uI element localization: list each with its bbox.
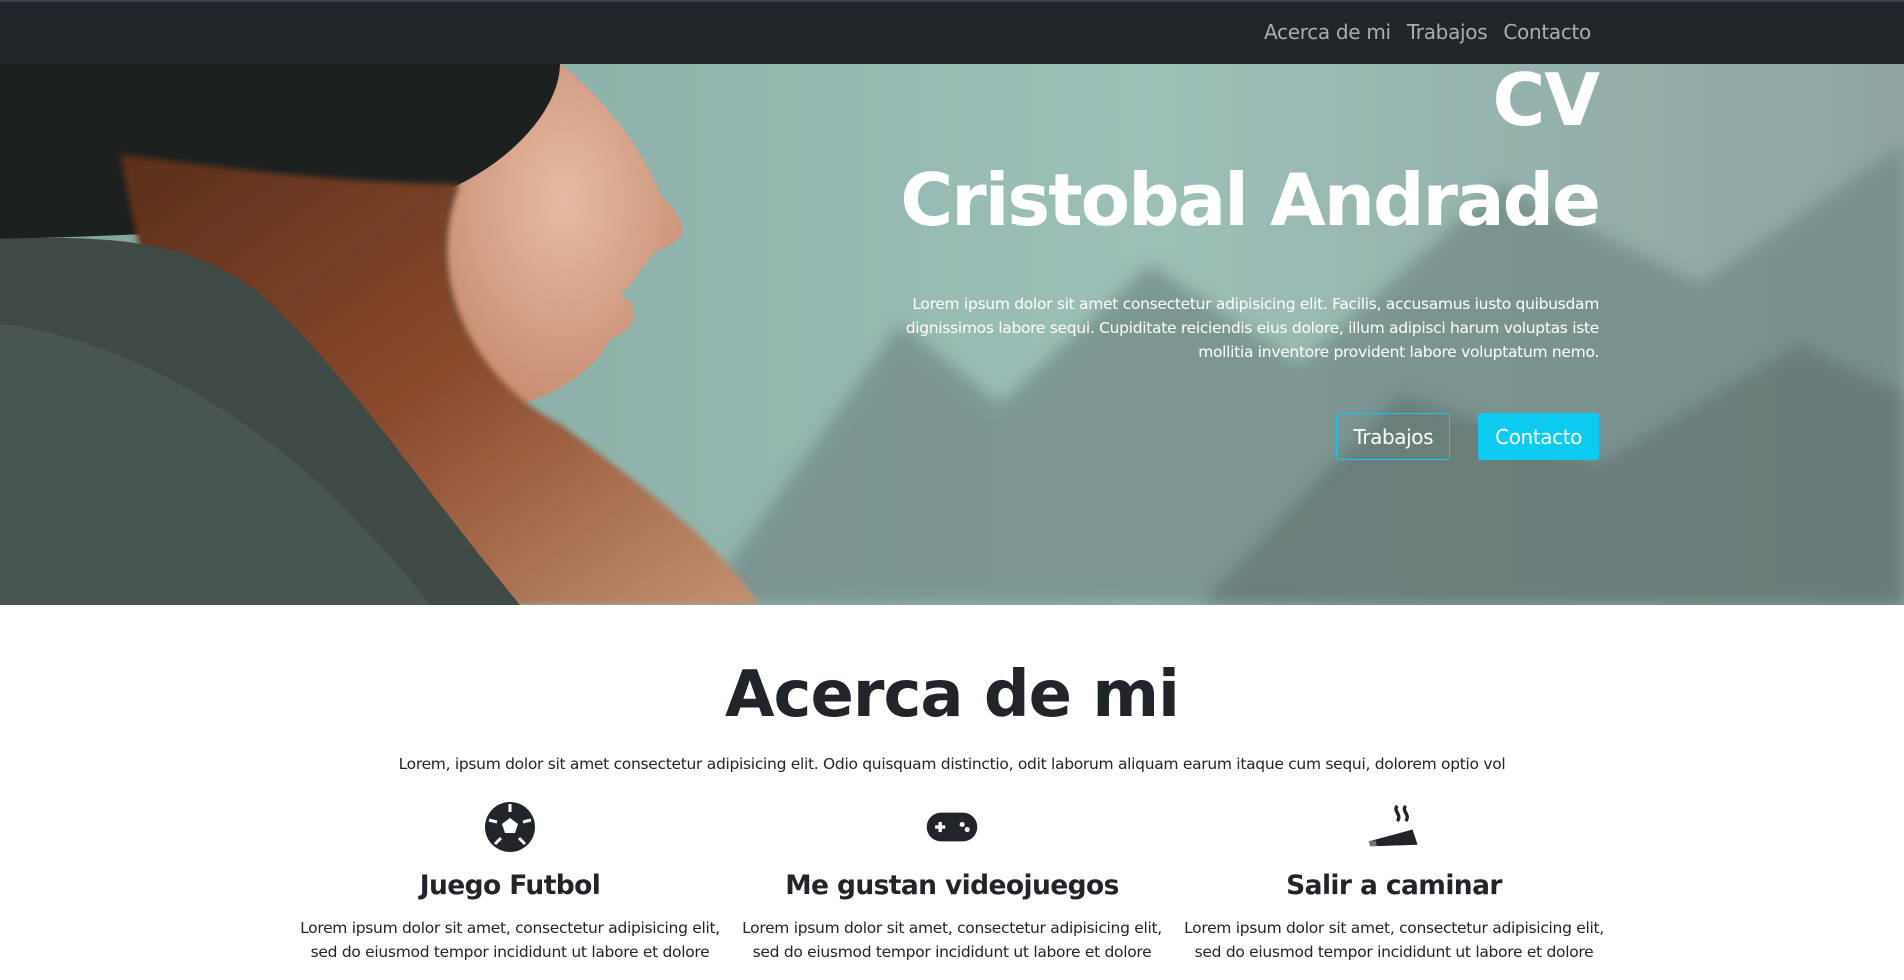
interest-card: Juego Futbol Lorem ipsum dolor sit amet,… xyxy=(300,800,720,964)
smoking-icon xyxy=(1368,804,1418,847)
interest-text: Lorem ipsum dolor sit amet, consectetur … xyxy=(742,919,1162,961)
interest-text: Lorem ipsum dolor sit amet, consectetur … xyxy=(300,919,720,961)
interest-text: Lorem ipsum dolor sit amet, consectetur … xyxy=(1184,919,1604,961)
soccer-ball-icon xyxy=(485,802,535,852)
gamepad-icon xyxy=(926,812,978,842)
about-intro: Lorem, ipsum dolor sit amet consectetur … xyxy=(398,755,1506,773)
interest-card: Me gustan videojuegos Lorem ipsum dolor … xyxy=(742,800,1162,964)
hero-description: Lorem ipsum dolor sit amet consectetur a… xyxy=(905,295,1600,361)
nav-link-works[interactable]: Trabajos xyxy=(1407,20,1488,44)
contact-button[interactable]: Contacto xyxy=(1478,413,1599,460)
hero-section: CV Cristobal Andrade Lorem ipsum dolor s… xyxy=(0,64,1904,605)
interest-card: Salir a caminar Lorem ipsum dolor sit am… xyxy=(1184,800,1604,964)
navbar: Acerca de mi Trabajos Contacto xyxy=(0,2,1904,64)
hero-name-title: Cristobal Andrade xyxy=(900,158,1601,242)
interests-row: Juego Futbol Lorem ipsum dolor sit amet,… xyxy=(300,800,1604,980)
about-section: Acerca de mi Lorem, ipsum dolor sit amet… xyxy=(0,605,1904,971)
interest-title: Salir a caminar xyxy=(1286,870,1502,901)
works-button[interactable]: Trabajos xyxy=(1336,413,1451,460)
interest-title: Juego Futbol xyxy=(419,870,601,901)
nav-link-contact[interactable]: Contacto xyxy=(1503,20,1591,44)
nav-links: Acerca de mi Trabajos Contacto xyxy=(1264,20,1591,44)
hero-cv-title: CV xyxy=(1492,64,1600,142)
interest-title: Me gustan videojuegos xyxy=(785,870,1119,901)
about-title: Acerca de mi xyxy=(725,658,1180,732)
nav-link-about[interactable]: Acerca de mi xyxy=(1264,20,1391,44)
hero-buttons: Trabajos Contacto xyxy=(1336,413,1599,460)
